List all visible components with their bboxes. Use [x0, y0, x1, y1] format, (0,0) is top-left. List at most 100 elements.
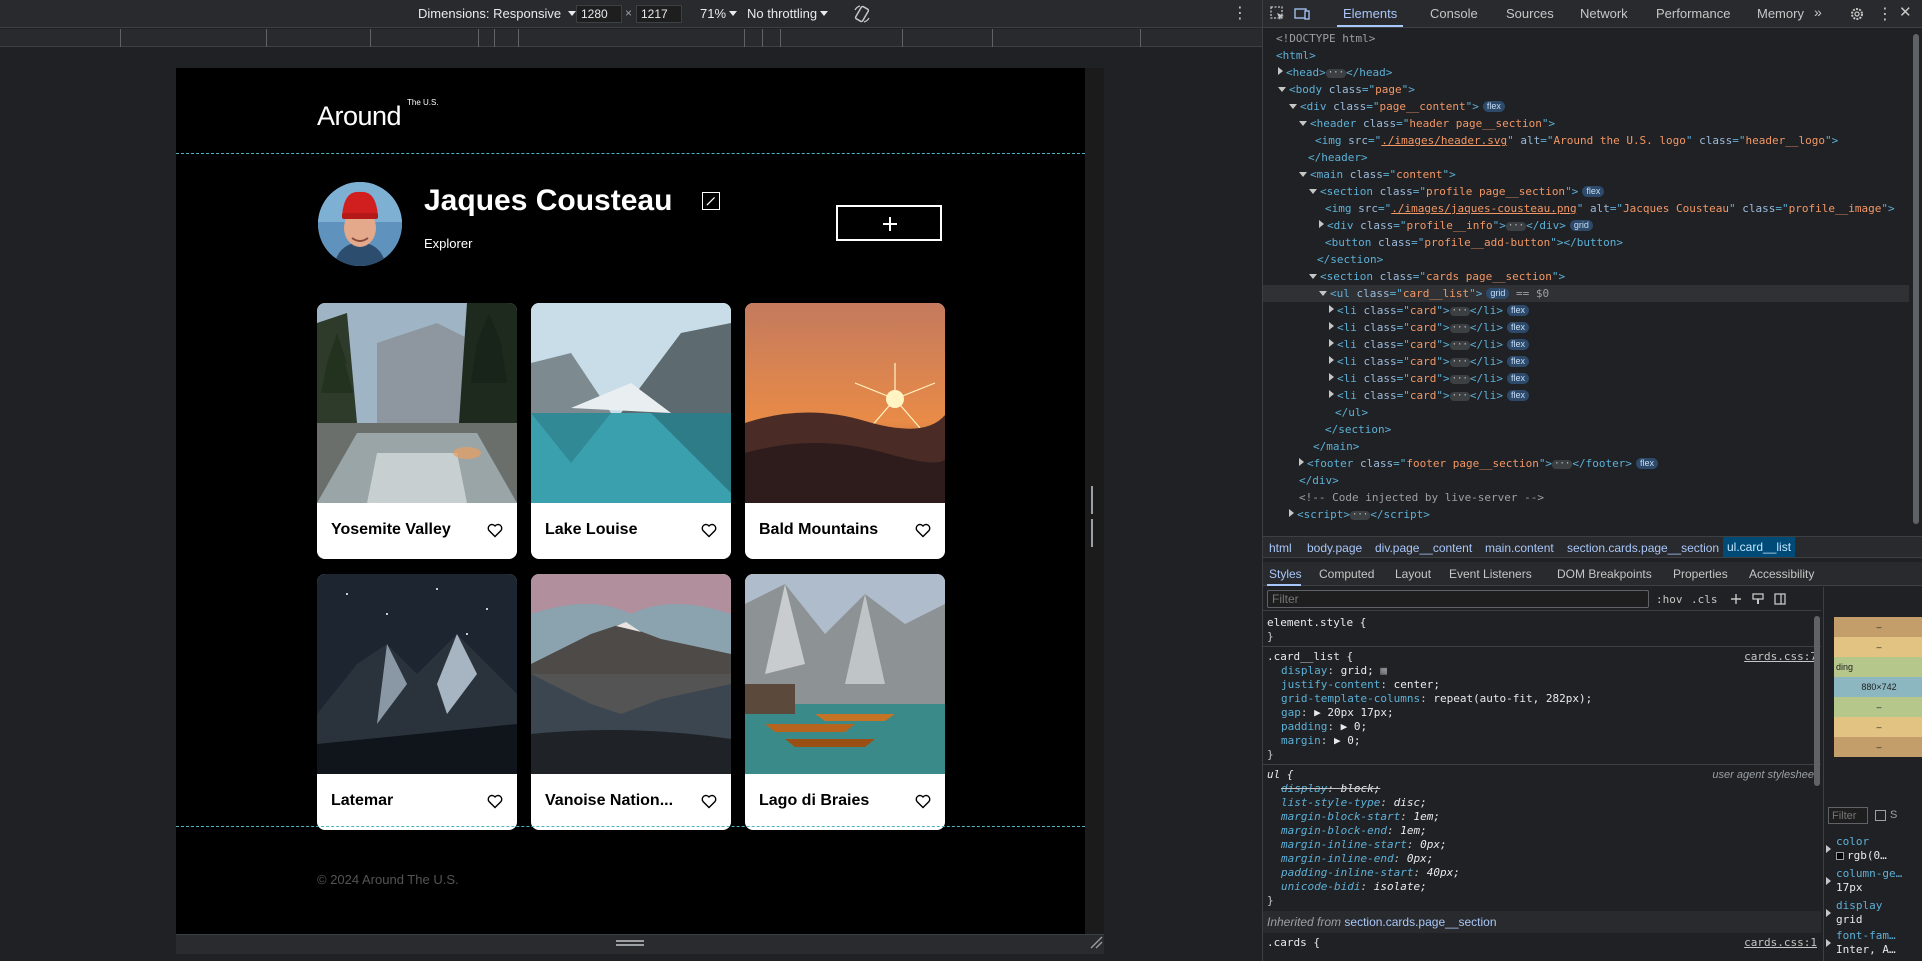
breadcrumb-item[interactable]: body.page — [1307, 541, 1362, 555]
tab-event-listeners[interactable]: Event Listeners — [1449, 567, 1532, 581]
card-list-source-link[interactable]: cards.css:7 — [1744, 650, 1817, 664]
dom-footer[interactable]: <footer class="footer page__section"> ···… — [1263, 455, 1909, 472]
element-style-selector[interactable]: element.style { — [1267, 616, 1366, 630]
box-model-diagram[interactable]: – – ding 880×742 – – – — [1834, 617, 1922, 767]
heart-icon[interactable] — [487, 794, 503, 809]
resize-corner-icon[interactable] — [1089, 935, 1103, 949]
dom-main[interactable]: <main class="content"> — [1263, 166, 1909, 183]
tab-sources[interactable]: Sources — [1506, 6, 1554, 21]
toggle-sidebar-icon[interactable] — [1773, 592, 1787, 606]
card-list-selector[interactable]: .card__list { — [1267, 650, 1353, 664]
throttling-dropdown[interactable]: No throttling — [747, 6, 829, 21]
dom-profile-info[interactable]: <div class="profile__info"> ··· </div> grid — [1263, 217, 1909, 234]
tab-dom-breakpoints[interactable]: DOM Breakpoints — [1557, 567, 1652, 581]
css-declaration[interactable]: grid-template-columns: repeat(auto-fit, … — [1281, 692, 1592, 706]
show-all-checkbox[interactable] — [1875, 810, 1886, 821]
dom-div-close[interactable]: </div> — [1263, 472, 1909, 489]
card-image[interactable] — [531, 303, 731, 503]
dom-comment[interactable]: <!-- Code injected by live-server --> — [1263, 489, 1909, 506]
tab-console[interactable]: Console — [1430, 6, 1478, 21]
tab-network[interactable]: Network — [1580, 6, 1628, 21]
css-declaration[interactable]: margin-block-start: 1em; — [1281, 810, 1440, 824]
zoom-dropdown[interactable]: 71% — [700, 6, 738, 21]
heart-icon[interactable] — [915, 794, 931, 809]
dom-html[interactable]: <html> — [1263, 47, 1909, 64]
devtools-menu-icon[interactable]: ⋮ — [1877, 4, 1893, 24]
tab-performance[interactable]: Performance — [1656, 6, 1730, 21]
dom-card-list-selected[interactable]: <ul class="card__list"> grid == $0 — [1263, 285, 1909, 302]
cls-toggle[interactable]: .cls — [1691, 593, 1718, 606]
css-declaration[interactable]: margin-block-end: 1em; — [1281, 824, 1427, 838]
heart-icon[interactable] — [487, 523, 503, 538]
dom-script[interactable]: <script> ··· </script> — [1263, 506, 1909, 523]
media-query-ruler[interactable] — [0, 29, 1262, 47]
breadcrumb-item[interactable]: main.content — [1485, 541, 1554, 555]
css-declaration[interactable]: padding-inline-start: 40px; — [1281, 866, 1460, 880]
styles-scrollbar[interactable] — [1813, 612, 1821, 961]
dom-ul-close[interactable]: </ul> — [1263, 404, 1909, 421]
more-options-icon[interactable]: ⋮ — [1232, 5, 1248, 23]
dom-card-item[interactable]: <li class="card"> ··· </li> flex — [1263, 319, 1909, 336]
dom-header-close[interactable]: </header> — [1263, 149, 1909, 166]
dom-profile-img[interactable]: <img src="./images/jaques-cousteau.png" … — [1263, 200, 1909, 217]
heart-icon[interactable] — [915, 523, 931, 538]
inherited-from-link[interactable]: section.cards.page__section — [1344, 915, 1496, 929]
dom-card-item[interactable]: <li class="card"> ··· </li> flex — [1263, 302, 1909, 319]
dom-cards-section[interactable]: <section class="cards page__section"> — [1263, 268, 1909, 285]
computed-property[interactable]: font-fam… Inter, A… — [1824, 929, 1922, 957]
paint-brush-icon[interactable] — [1751, 592, 1765, 606]
heart-icon[interactable] — [701, 794, 717, 809]
card-image[interactable] — [317, 303, 517, 503]
width-input[interactable] — [576, 5, 622, 23]
card-image[interactable] — [317, 574, 517, 774]
tab-elements[interactable]: Elements — [1343, 6, 1397, 21]
resize-handle-bottom[interactable] — [616, 940, 644, 948]
computed-property[interactable]: column-ge… 17px — [1824, 867, 1922, 895]
breadcrumb-item-selected[interactable]: ul.card__list — [1723, 537, 1796, 557]
heart-icon[interactable] — [701, 523, 717, 538]
computed-filter-input[interactable] — [1828, 807, 1868, 824]
edit-profile-button[interactable] — [702, 192, 720, 210]
resize-handle-right[interactable] — [1091, 486, 1098, 547]
styles-pane[interactable]: element.style { } .card__list { cards.cs… — [1263, 612, 1821, 961]
css-declaration[interactable]: margin-inline-start: 0px; — [1281, 838, 1447, 852]
breadcrumb-item[interactable]: div.page__content — [1375, 541, 1472, 555]
tab-layout[interactable]: Layout — [1395, 567, 1431, 581]
dom-profile-button[interactable]: <button class="profile__add-button"></bu… — [1263, 234, 1909, 251]
dom-card-item[interactable]: <li class="card"> ··· </li> flex — [1263, 387, 1909, 404]
dom-tree[interactable]: <!DOCTYPE html> <html> <head> ··· </head> … — [1263, 28, 1909, 532]
css-declaration[interactable]: list-style-type: disc; — [1281, 796, 1427, 810]
css-declaration-overridden[interactable]: display: block; — [1281, 782, 1380, 796]
card-image[interactable] — [531, 574, 731, 774]
card-image[interactable] — [745, 303, 945, 503]
dom-header[interactable]: <header class="header page__section"> — [1263, 115, 1909, 132]
dom-header-img[interactable]: <img src="./images/header.svg" alt="Arou… — [1263, 132, 1909, 149]
add-card-button[interactable] — [836, 205, 942, 241]
dom-scrollbar[interactable] — [1911, 30, 1921, 530]
grid-editor-icon[interactable]: ▦ — [1380, 664, 1387, 677]
more-tabs-icon[interactable]: » — [1814, 4, 1822, 20]
card-image[interactable] — [745, 574, 945, 774]
close-devtools-icon[interactable]: ✕ — [1899, 3, 1912, 21]
dom-body[interactable]: <body class="page"> — [1263, 81, 1909, 98]
dom-page-content[interactable]: <div class="page__content"> flex — [1263, 98, 1909, 115]
ul-selector[interactable]: ul { — [1267, 768, 1294, 782]
styles-filter-input[interactable] — [1267, 590, 1649, 608]
inspect-element-icon[interactable] — [1269, 5, 1287, 23]
tab-computed[interactable]: Computed — [1319, 567, 1374, 581]
cards-selector[interactable]: .cards { — [1267, 936, 1320, 950]
breadcrumb-item[interactable]: section.cards.page__section — [1567, 541, 1719, 555]
css-declaration[interactable]: display: grid; ▦ — [1281, 664, 1387, 678]
computed-property[interactable]: display grid — [1824, 899, 1922, 927]
hov-toggle[interactable]: :hov — [1656, 593, 1683, 606]
dimensions-dropdown[interactable]: Dimensions: Responsive — [418, 6, 577, 21]
breadcrumb-item[interactable]: html — [1269, 541, 1292, 555]
add-rule-icon[interactable] — [1729, 592, 1743, 606]
height-input[interactable] — [636, 5, 682, 23]
dom-card-item[interactable]: <li class="card"> ··· </li> flex — [1263, 370, 1909, 387]
rotate-icon[interactable] — [852, 4, 872, 24]
tab-memory[interactable]: Memory — [1757, 6, 1804, 21]
tab-accessibility[interactable]: Accessibility — [1749, 567, 1814, 581]
dom-doctype[interactable]: <!DOCTYPE html> — [1263, 30, 1909, 47]
dom-cards-section-close[interactable]: </section> — [1263, 421, 1909, 438]
